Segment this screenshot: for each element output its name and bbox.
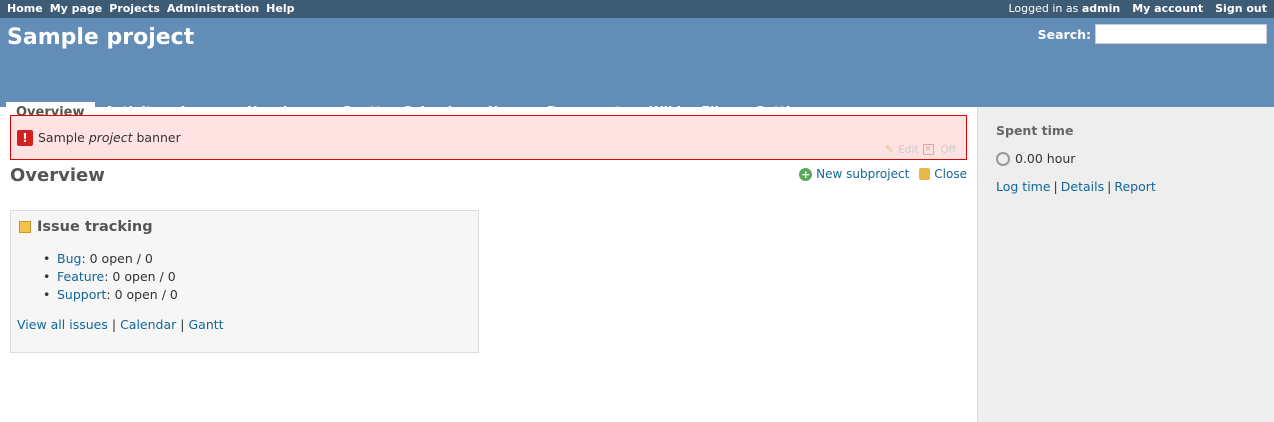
banner-controls: ✎ Edit × Off xyxy=(885,143,956,156)
details-link[interactable]: Details xyxy=(1061,179,1104,194)
issue-tracking-links: View all issues | Calendar | Gantt xyxy=(17,317,224,332)
tracker-feature-link[interactable]: Feature xyxy=(57,269,104,284)
project-title: Sample project xyxy=(7,25,195,50)
issue-tracking-title: Issue tracking xyxy=(37,219,153,235)
top-menu: Home My page Projects Administration Hel… xyxy=(0,0,1274,18)
top-menu-left: Home My page Projects Administration Hel… xyxy=(7,2,294,15)
search-label: Search: xyxy=(1037,26,1091,42)
banner-text-after: banner xyxy=(132,130,181,145)
list-item: Bug: 0 open / 0 xyxy=(43,250,178,268)
close-project-link[interactable]: Close xyxy=(934,167,967,181)
new-subproject-link[interactable]: New subproject xyxy=(816,167,909,181)
banner-edit-link[interactable]: Edit xyxy=(898,144,918,156)
top-menu-my-page[interactable]: My page xyxy=(50,2,103,15)
issue-tracking-box: Issue tracking Bug: 0 open / 0 Feature: … xyxy=(10,210,479,353)
top-menu-right: Logged in as admin My account Sign out xyxy=(1008,2,1267,15)
sidebar: Spent time 0.00 hour Log time | Details | Re… xyxy=(977,107,1274,422)
banner-text-em: project xyxy=(88,130,133,145)
tracker-bug-stats: : 0 open / 0 xyxy=(81,251,153,266)
issue-tracking-heading: Issue tracking xyxy=(19,219,153,235)
gantt-link[interactable]: Gantt xyxy=(189,317,224,332)
spent-time-links: Log time | Details | Report xyxy=(996,179,1156,194)
page-title: Overview xyxy=(10,165,105,186)
off-icon: × xyxy=(922,144,934,155)
quick-search: Search: xyxy=(1038,24,1267,44)
separator: | xyxy=(1107,179,1112,194)
top-menu-help[interactable]: Help xyxy=(266,2,294,15)
top-menu-home[interactable]: Home xyxy=(7,2,43,15)
log-time-link[interactable]: Log time xyxy=(996,179,1051,194)
my-account-link[interactable]: My account xyxy=(1132,2,1203,15)
top-menu-administration[interactable]: Administration xyxy=(167,2,259,15)
spent-time-value: 0.00 hour xyxy=(996,151,1075,166)
list-item: Feature: 0 open / 0 xyxy=(43,268,178,286)
header: Sample project Search: Overview Activity… xyxy=(0,18,1274,125)
separator: | xyxy=(180,317,185,332)
logged-in-prefix: Logged in as xyxy=(1008,2,1079,15)
tracker-feature-stats: : 0 open / 0 xyxy=(104,269,176,284)
view-all-issues-link[interactable]: View all issues xyxy=(17,317,108,332)
banner-off-link[interactable]: Off xyxy=(941,144,957,156)
calendar-link[interactable]: Calendar xyxy=(120,317,176,332)
tracker-bug-link[interactable]: Bug xyxy=(57,251,81,266)
project-banner: ! Sample project banner ✎ Edit × Off xyxy=(10,115,967,160)
clock-icon xyxy=(996,151,1010,166)
tracker-support-stats: : 0 open / 0 xyxy=(106,287,178,302)
logged-in-status: Logged in as admin xyxy=(1008,2,1120,15)
add-icon: + xyxy=(799,167,813,181)
issue-tracking-icon xyxy=(19,221,31,233)
spent-time-heading: Spent time xyxy=(996,123,1074,138)
report-link[interactable]: Report xyxy=(1114,179,1155,194)
banner-text-before: Sample xyxy=(38,130,89,145)
top-menu-projects[interactable]: Projects xyxy=(109,2,160,15)
logged-in-user[interactable]: admin xyxy=(1082,2,1120,15)
banner-text: Sample project banner xyxy=(38,130,181,145)
spent-hours: 0.00 hour xyxy=(1015,151,1076,166)
tracker-support-link[interactable]: Support xyxy=(57,287,106,302)
sign-out-link[interactable]: Sign out xyxy=(1215,2,1267,15)
contextual-actions: + New subproject Close xyxy=(799,167,967,181)
list-item: Support: 0 open / 0 xyxy=(43,286,178,304)
lock-icon xyxy=(919,168,931,180)
search-input[interactable] xyxy=(1095,24,1267,44)
edit-icon: ✎ xyxy=(884,143,895,156)
separator: | xyxy=(111,317,117,332)
warning-icon: ! xyxy=(17,130,33,146)
separator: | xyxy=(1053,179,1058,194)
tracker-list: Bug: 0 open / 0 Feature: 0 open / 0 Supp… xyxy=(43,250,178,304)
